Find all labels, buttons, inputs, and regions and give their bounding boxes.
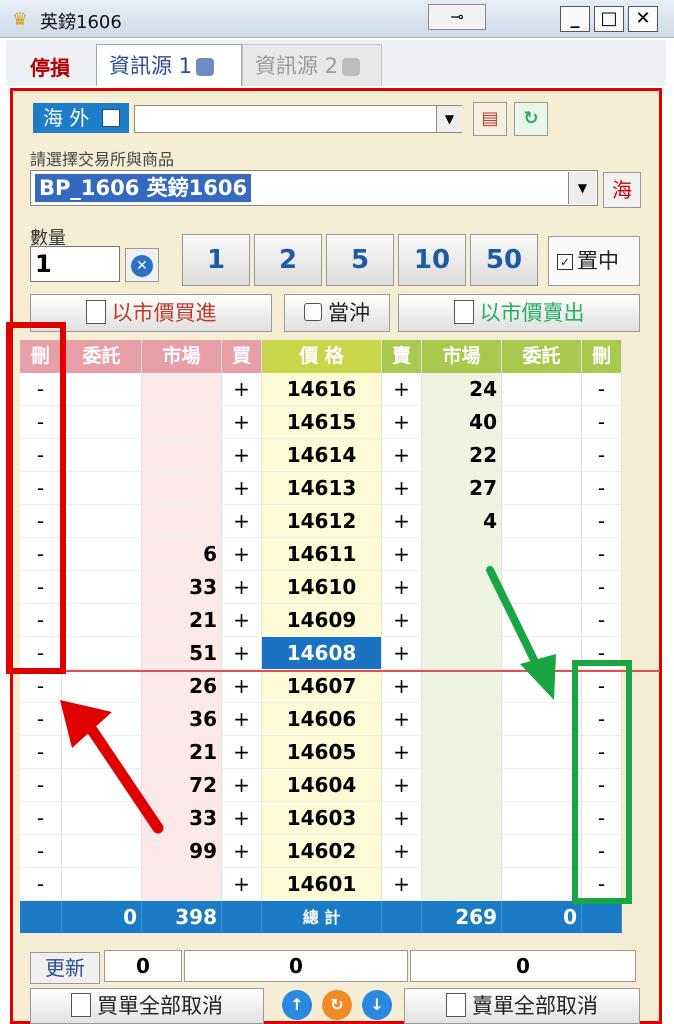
green-arrow-shaft [486, 566, 544, 676]
green-arrow-head [520, 654, 556, 700]
red-arrow-shaft [78, 712, 164, 834]
annotation-arrows [60, 566, 556, 834]
